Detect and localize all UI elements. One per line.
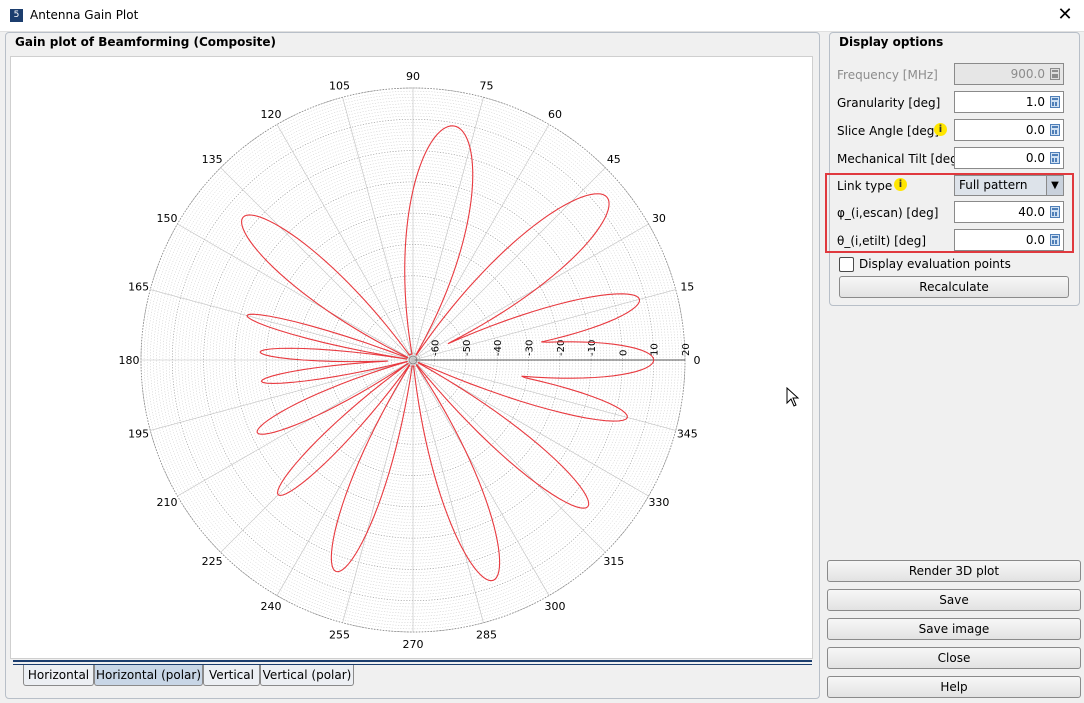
polar-angle-label: 345 [677, 428, 698, 441]
calculator-icon[interactable] [1050, 152, 1060, 164]
polar-grid-spoke [412, 124, 550, 361]
polar-radial-tick-label: 10 [650, 343, 661, 356]
frequency-field: 900.0 [954, 63, 1064, 85]
dropdown-arrow-icon[interactable]: ▼ [1046, 176, 1063, 195]
polar-radial-tick-label: -40 [493, 340, 504, 356]
tab-vertical[interactable]: Vertical [203, 665, 260, 686]
polar-radial-tick-label: -60 [431, 340, 442, 356]
polar-grid-spoke [220, 167, 414, 361]
slice-angle-label: Slice Angle [deg] [837, 124, 940, 138]
polar-grid-spoke [412, 359, 606, 553]
frequency-value: 900.0 [1010, 67, 1045, 81]
mouse-cursor-icon [786, 387, 800, 407]
polar-angle-label: 165 [128, 280, 149, 293]
plot-panel-title: Gain plot of Beamforming (Composite) [15, 35, 276, 49]
granularity-value: 1.0 [1025, 95, 1045, 109]
phi-escan-value: 40.0 [1018, 205, 1045, 219]
frequency-label: Frequency [MHz] [837, 68, 938, 82]
polar-angle-label: 225 [202, 555, 223, 568]
granularity-label: Granularity [deg] [837, 96, 941, 110]
app-icon: 5 [10, 9, 23, 22]
polar-angle-label: 150 [157, 212, 178, 225]
polar-grid-spoke [220, 359, 414, 553]
polar-angle-label: 300 [545, 600, 566, 613]
polar-angle-label: 255 [329, 628, 350, 641]
polar-angle-label: 120 [261, 108, 282, 121]
calculator-icon[interactable] [1050, 234, 1060, 246]
polar-grid-spoke [412, 167, 606, 361]
polar-grid-spoke [276, 124, 414, 361]
polar-angle-label: 195 [128, 428, 149, 441]
calculator-icon[interactable] [1050, 96, 1060, 108]
polar-angle-label: 45 [607, 153, 621, 166]
info-icon[interactable]: i [894, 178, 907, 191]
tab-strip-border [13, 660, 812, 662]
polar-radial-tick-label: -30 [525, 340, 536, 356]
help-button[interactable]: Help [827, 676, 1081, 698]
display-evaluation-points-label: Display evaluation points [859, 257, 1011, 271]
polar-grid-spoke [177, 223, 414, 361]
save-image-button[interactable]: Save image [827, 618, 1081, 640]
polar-grid-spoke [412, 359, 484, 623]
mechanical-tilt-value: 0.0 [1025, 151, 1045, 165]
polar-radial-tick-label: 0 [618, 350, 629, 356]
polar-grid-spoke [412, 223, 649, 361]
info-icon[interactable]: i [934, 123, 947, 136]
recalculate-button[interactable]: Recalculate [839, 276, 1069, 298]
display-options-title: Display options [839, 35, 944, 49]
calculator-icon [1050, 68, 1060, 80]
tab-horizontal-polar[interactable]: Horizontal (polar) [94, 665, 203, 686]
tab-horizontal[interactable]: Horizontal [23, 665, 94, 686]
polar-angle-label: 285 [476, 628, 497, 641]
polar-radial-tick-label: -50 [462, 340, 473, 356]
window-close-icon[interactable]: ✕ [1052, 4, 1078, 26]
polar-grid-spoke [412, 97, 484, 361]
polar-angle-label: 180 [119, 354, 140, 367]
polar-angle-label: 15 [680, 280, 694, 293]
polar-angle-label: 135 [202, 153, 223, 166]
calculator-icon[interactable] [1050, 124, 1060, 136]
polar-angle-label: 0 [694, 354, 701, 367]
link-type-label: Link type [837, 179, 893, 193]
polar-angle-label: 270 [403, 638, 424, 651]
display-evaluation-points-checkbox[interactable] [839, 257, 854, 272]
polar-angle-label: 105 [329, 80, 350, 93]
window-titlebar: 5 Antenna Gain Plot ✕ [0, 0, 1084, 32]
polar-angle-label: 60 [548, 108, 562, 121]
phi-escan-label: φ_(i,escan) [deg] [837, 206, 939, 220]
tab-vertical-polar[interactable]: Vertical (polar) [260, 665, 354, 686]
polar-angle-label: 315 [603, 555, 624, 568]
mechanical-tilt-label: Mechanical Tilt [deg] [837, 152, 963, 166]
polar-angle-label: 30 [652, 212, 666, 225]
window-title: Antenna Gain Plot [30, 8, 139, 22]
slice-angle-value: 0.0 [1025, 123, 1045, 137]
calculator-icon[interactable] [1050, 206, 1060, 218]
render-3d-plot-button[interactable]: Render 3D plot [827, 560, 1081, 582]
theta-etilt-value: 0.0 [1025, 233, 1045, 247]
close-button[interactable]: Close [827, 647, 1081, 669]
polar-angle-label: 240 [261, 600, 282, 613]
granularity-field[interactable]: 1.0 [954, 91, 1064, 113]
polar-angle-label: 210 [157, 496, 178, 509]
polar-angle-label: 330 [648, 496, 669, 509]
polar-radial-tick-label: 20 [681, 343, 692, 356]
polar-gain-chart: 0 15 30 45 60 75 90 105 120 135 150 165 180 195 210 225… [119, 70, 701, 651]
slice-angle-field[interactable]: 0.0 [954, 119, 1064, 141]
theta-etilt-field[interactable]: 0.0 [954, 229, 1064, 251]
save-button[interactable]: Save [827, 589, 1081, 611]
link-type-value: Full pattern [959, 178, 1028, 192]
theta-etilt-label: θ_(i,etilt) [deg] [837, 234, 927, 248]
polar-grid-spoke [177, 359, 414, 497]
phi-escan-field[interactable]: 40.0 [954, 201, 1064, 223]
polar-angle-label: 75 [480, 80, 494, 93]
polar-angle-label: 90 [406, 70, 420, 83]
mechanical-tilt-field[interactable]: 0.0 [954, 147, 1064, 169]
link-type-select[interactable]: Full pattern ▼ [954, 175, 1064, 196]
